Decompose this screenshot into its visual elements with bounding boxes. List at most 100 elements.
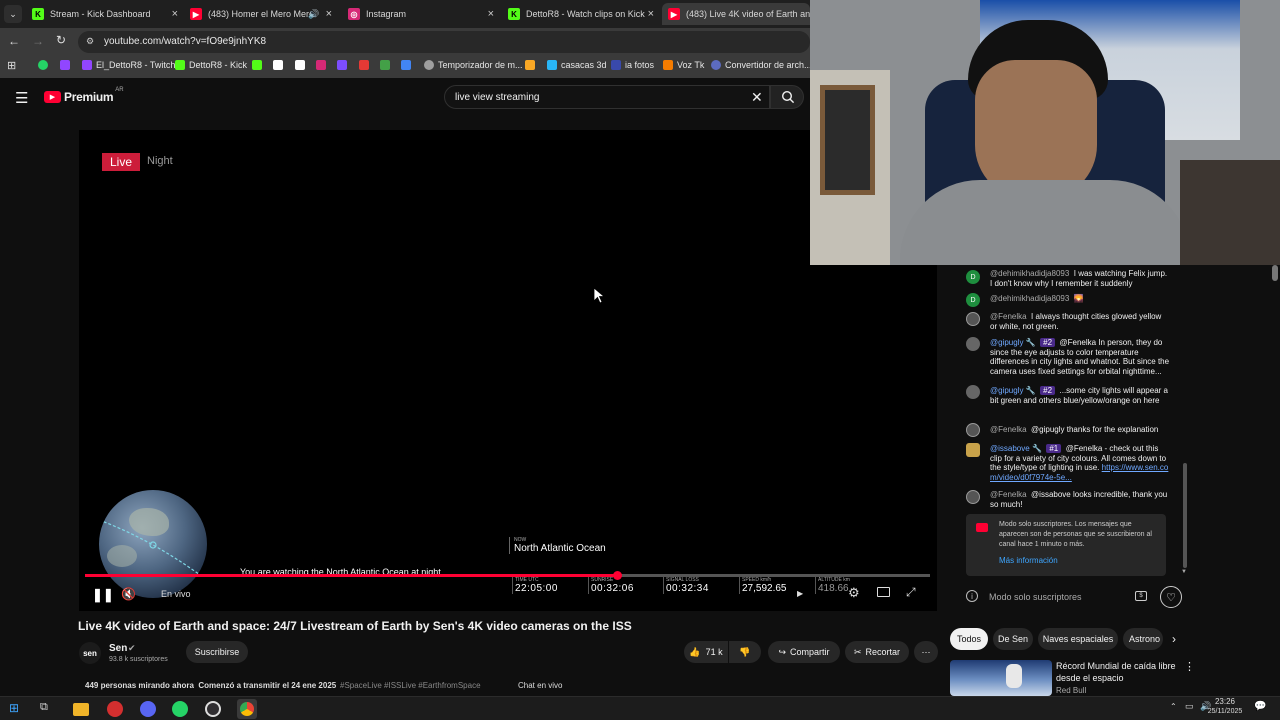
browser-tab-live-earth[interactable]: ▶ (483) Live 4K video of Earth and xyxy=(662,3,810,25)
dislike-button[interactable]: 👎 xyxy=(729,641,761,663)
task-view-icon[interactable]: ⧉ xyxy=(40,701,56,717)
bookmark-tiktok[interactable] xyxy=(273,60,287,70)
chat-author[interactable]: @gipugly xyxy=(990,386,1023,395)
super-chat-icon[interactable]: $ xyxy=(1135,591,1147,601)
chip-naves-espaciales[interactable]: Naves espaciales xyxy=(1038,628,1118,650)
bookmark-app-4[interactable] xyxy=(401,60,415,70)
site-info-icon[interactable]: ⚙ xyxy=(86,36,94,47)
heart-reaction-icon[interactable]: ♡ xyxy=(1160,586,1182,608)
chat-author[interactable]: @Fenelka xyxy=(990,490,1027,499)
related-channel[interactable]: Red Bull xyxy=(1056,686,1086,695)
tab-search-chevron-icon[interactable]: ⌄ xyxy=(4,5,22,23)
back-icon[interactable]: ← xyxy=(8,34,20,48)
search-input[interactable]: live view streaming ✕ xyxy=(444,85,770,109)
bookmark-instagram[interactable] xyxy=(316,60,330,70)
clock-time[interactable]: 23:26 xyxy=(1212,697,1238,706)
app-red-icon[interactable] xyxy=(107,701,123,717)
browser-tab-instagram[interactable]: ◎ Instagram × xyxy=(342,3,498,25)
close-tab-icon[interactable]: × xyxy=(172,8,178,20)
apps-grid-icon[interactable]: ⊞ xyxy=(7,59,16,72)
bookmark-temporizador[interactable]: Temporizador de m... xyxy=(424,60,523,70)
url-bar[interactable]: ⚙ youtube.com/watch?v=fO9e9jnhYK8 xyxy=(78,31,810,53)
pause-icon[interactable]: ❚❚ xyxy=(92,587,114,603)
clock-date[interactable]: 25/11/2025 xyxy=(1200,708,1250,715)
bookmark-convertidor[interactable]: Convertidor de arch... xyxy=(711,60,812,70)
bookmark-twitch[interactable] xyxy=(60,60,74,70)
windows-start-icon[interactable]: ⊞ xyxy=(9,701,25,717)
live-status[interactable]: En vivo xyxy=(161,589,191,599)
chat-author[interactable]: @dehimikhadidja8093 xyxy=(990,269,1069,278)
network-icon[interactable]: ▭ xyxy=(1185,701,1194,712)
channel-avatar[interactable]: sen xyxy=(79,642,101,664)
chat-scrollbar[interactable] xyxy=(1183,463,1187,568)
mute-icon[interactable]: 🔇 xyxy=(121,587,136,601)
menu-icon[interactable]: ☰ xyxy=(15,89,28,107)
more-options-icon[interactable]: ⋮ xyxy=(1184,660,1195,673)
close-tab-icon[interactable]: × xyxy=(488,8,494,20)
youtube-logo[interactable]: ▶ Premium AR xyxy=(44,87,124,104)
subscribe-button[interactable]: Suscribirse xyxy=(186,641,248,663)
file-explorer-icon[interactable] xyxy=(73,703,89,716)
bookmark-app-3[interactable] xyxy=(380,60,394,70)
page-scrollbar[interactable] xyxy=(1272,265,1278,281)
chip-todos[interactable]: Todos xyxy=(950,628,988,650)
bookmark-dettor8-kick[interactable]: DettoR8 - Kick xyxy=(175,60,247,70)
channel-name[interactable]: Sen xyxy=(109,643,127,654)
chip-de-sen[interactable]: De Sen xyxy=(993,628,1033,650)
video-hashtags[interactable]: #SpaceLive #ISSLive #EarthfromSpace xyxy=(340,681,481,690)
chat-author[interactable]: @dehimikhadidja8093 xyxy=(990,294,1069,303)
audio-playing-icon[interactable]: 🔊 xyxy=(308,9,319,20)
chat-author[interactable]: @issabove xyxy=(990,444,1030,453)
youtube-header: ☰ ▶ Premium AR live view streaming ✕ xyxy=(0,78,950,120)
bookmark-app-1[interactable] xyxy=(337,60,351,70)
chrome-icon[interactable] xyxy=(237,699,257,719)
scroll-down-icon[interactable]: ▼ xyxy=(1181,569,1187,575)
more-actions-button[interactable]: ⋯ xyxy=(914,641,938,663)
more-info-link[interactable]: Más información xyxy=(999,556,1058,565)
play-next-icon[interactable]: ▶ xyxy=(797,589,803,598)
notifications-icon[interactable]: 💬 xyxy=(1254,701,1266,712)
share-button[interactable]: ↪ Compartir xyxy=(768,641,840,663)
bookmark-app-2[interactable] xyxy=(359,60,373,70)
fullscreen-icon[interactable]: ⤢ xyxy=(906,585,916,600)
chat-author[interactable]: @gipugly xyxy=(990,338,1023,347)
related-thumbnail[interactable] xyxy=(950,660,1052,696)
chat-input-placeholder[interactable]: Modo solo suscriptores xyxy=(989,592,1082,602)
forward-icon[interactable]: → xyxy=(32,34,44,48)
miniplayer-icon[interactable] xyxy=(877,587,890,597)
tray-chevron-icon[interactable]: ⌃ xyxy=(1170,702,1177,711)
search-button[interactable] xyxy=(770,85,804,109)
clear-search-icon[interactable]: ✕ xyxy=(751,89,763,106)
video-player[interactable]: Live Night You are watching the North At… xyxy=(79,130,937,611)
close-tab-icon[interactable]: × xyxy=(648,8,654,20)
related-title[interactable]: Récord Mundial de caída libre desde el e… xyxy=(1056,660,1176,684)
obs-icon[interactable] xyxy=(205,701,221,717)
bookmark-whatsapp[interactable] xyxy=(38,60,52,70)
thumbs-down-icon: 👎 xyxy=(739,646,751,657)
bookmark-kick[interactable] xyxy=(252,60,266,70)
chat-author[interactable]: @Fenelka xyxy=(990,425,1027,434)
chat-author[interactable]: @Fenelka xyxy=(990,312,1027,321)
browser-tab-homer[interactable]: ▶ (483) Homer el Mero Mero 🔊 × xyxy=(184,3,336,25)
bookmark-x[interactable] xyxy=(295,60,309,70)
chip-astronomia[interactable]: Astrono xyxy=(1123,628,1163,650)
settings-icon[interactable]: ⚙ xyxy=(848,585,860,601)
bookmark-ia-fotos[interactable]: ia fotos xyxy=(611,60,654,70)
bookmark-app-5[interactable] xyxy=(525,60,539,70)
discord-icon[interactable] xyxy=(140,701,156,717)
bookmark-el-dettor8-twitch[interactable]: El_DettoR8 - Twitch xyxy=(82,60,175,70)
related-video-item[interactable]: Récord Mundial de caída libre desde el e… xyxy=(950,658,1280,696)
chevron-right-icon[interactable]: › xyxy=(1172,632,1176,646)
browser-tab-dettor8-clips[interactable]: K DettoR8 - Watch clips on Kick × xyxy=(502,3,658,25)
bookmark-casacas[interactable]: casacas 3d xyxy=(547,60,607,70)
info-icon[interactable]: i xyxy=(966,590,978,602)
subscribers-only-notice: Modo solo suscriptores. Los mensajes que… xyxy=(966,514,1166,576)
bookmark-voz-tk[interactable]: Voz Tk xyxy=(663,60,704,70)
reload-icon[interactable]: ↻ xyxy=(56,33,66,47)
close-tab-icon[interactable]: × xyxy=(326,8,332,20)
clip-button[interactable]: ✂ Recortar xyxy=(845,641,909,663)
whatsapp-icon[interactable] xyxy=(172,701,188,717)
like-button[interactable]: 👍 71 k xyxy=(684,641,728,663)
browser-tab-kick-dashboard[interactable]: K Stream - Kick Dashboard × xyxy=(26,3,182,25)
tiktok-icon xyxy=(273,60,283,70)
